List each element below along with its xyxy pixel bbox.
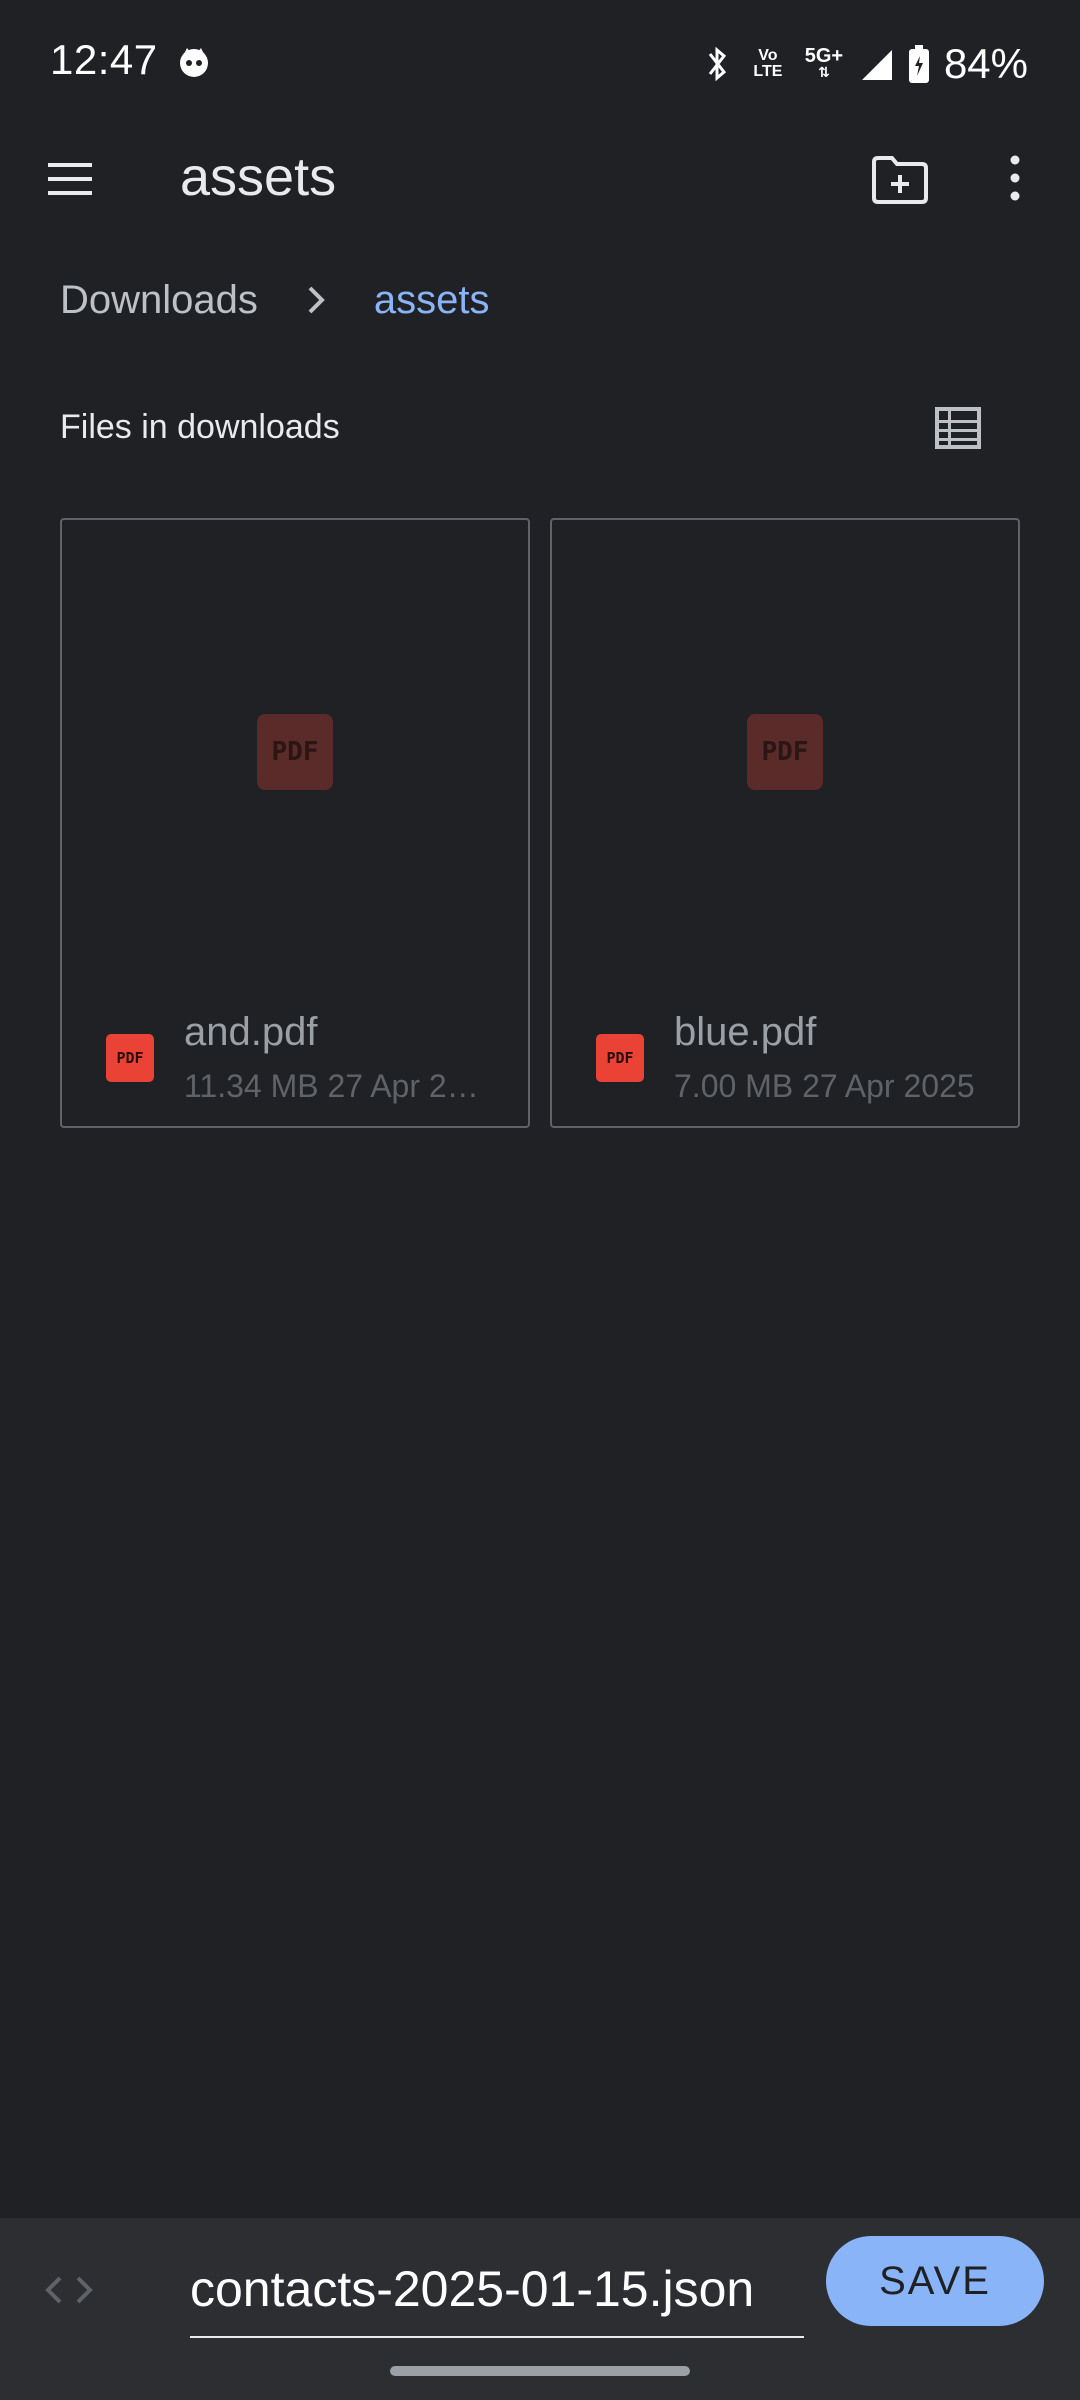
save-bar: SAVE — [0, 2218, 1080, 2400]
menu-icon[interactable] — [40, 152, 100, 206]
breadcrumb: Downloads assets — [60, 270, 490, 330]
file-name: blue.pdf — [674, 1010, 817, 1054]
section-title: Files in downloads — [60, 408, 340, 446]
file-grid: PDF PDF and.pdf 11.34 MB 27 Apr 2025 PDF… — [60, 518, 1020, 1128]
battery-percent: 84% — [943, 40, 1028, 87]
chevron-right-icon — [308, 286, 325, 314]
volte-top-label: Vo — [758, 47, 778, 64]
notification-cat-icon — [180, 48, 208, 77]
file-card-blue-pdf[interactable]: PDF PDF blue.pdf 7.00 MB 27 Apr 2025 — [550, 518, 1020, 1128]
pdf-file-icon: PDF — [106, 1034, 154, 1082]
pdf-file-icon: PDF — [596, 1034, 644, 1082]
bluetooth-icon — [708, 46, 726, 82]
breadcrumb-downloads[interactable]: Downloads — [60, 278, 258, 323]
file-meta: 7.00 MB 27 Apr 2025 — [674, 1068, 975, 1104]
more-vert-icon[interactable] — [1000, 148, 1030, 208]
signal-icon — [861, 50, 892, 80]
save-button[interactable]: SAVE — [826, 2236, 1044, 2326]
network-5g-label: 5G+ — [804, 45, 844, 67]
pdf-thumbnail-icon: PDF — [747, 714, 823, 790]
breadcrumb-assets[interactable]: assets — [374, 278, 490, 323]
code-icon[interactable] — [40, 2270, 98, 2310]
pdf-thumbnail-icon: PDF — [257, 714, 333, 790]
volte-bottom-label: LTE — [753, 63, 783, 80]
status-icons: Vo LTE 5G+ ⇅ 84% — [700, 36, 1028, 92]
status-bar: 12:47 Vo LTE 5G+ ⇅ 84% — [0, 0, 1080, 130]
network-5g-indicator: 5G+ ⇅ — [802, 45, 846, 80]
filename-input[interactable] — [190, 2246, 804, 2338]
file-meta: 11.34 MB 27 Apr 2025 — [184, 1068, 494, 1104]
app-bar: assets — [0, 130, 1080, 226]
status-time: 12:47 — [50, 36, 158, 83]
list-view-icon[interactable] — [934, 406, 982, 450]
home-indicator[interactable] — [390, 2366, 690, 2376]
page-title: assets — [180, 147, 337, 207]
file-name: and.pdf — [184, 1010, 318, 1054]
file-card-and-pdf[interactable]: PDF PDF and.pdf 11.34 MB 27 Apr 2025 — [60, 518, 530, 1128]
volte-indicator: Vo LTE — [748, 48, 788, 80]
battery-icon — [908, 45, 929, 83]
new-folder-icon[interactable] — [868, 150, 932, 208]
